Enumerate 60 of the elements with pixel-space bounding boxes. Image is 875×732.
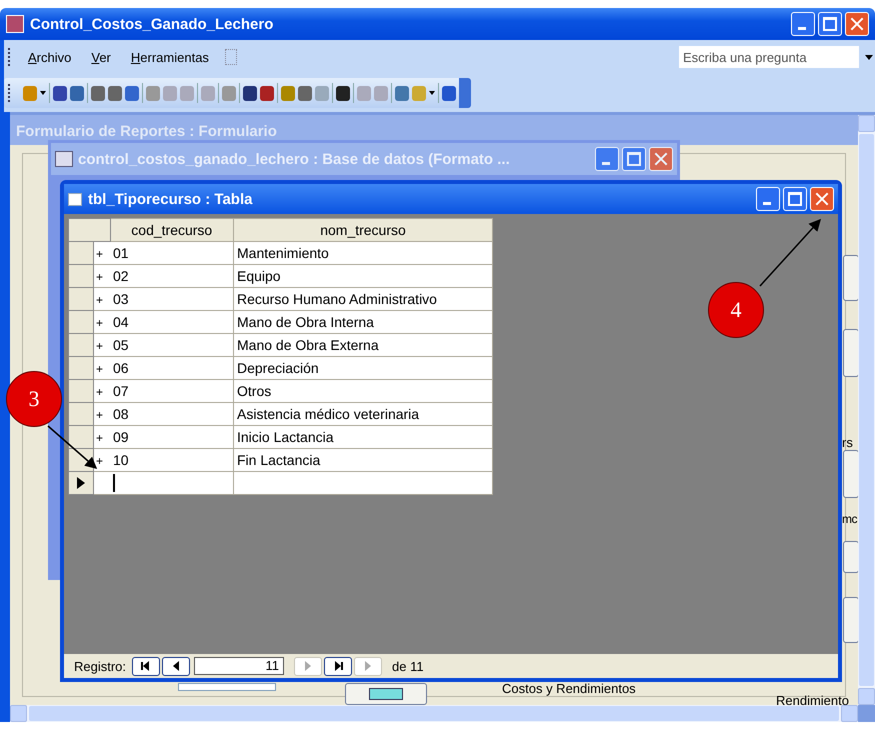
menu-item[interactable]: Herramientas bbox=[122, 48, 217, 66]
close-button[interactable] bbox=[810, 187, 834, 211]
form-label: Costos y Rendimientos bbox=[502, 681, 636, 696]
nav-button[interactable] bbox=[132, 656, 160, 676]
record-number-field[interactable]: 11 bbox=[194, 657, 284, 675]
dropdown-arrow-icon[interactable] bbox=[865, 54, 873, 60]
text-field[interactable] bbox=[178, 683, 276, 691]
last-record-icon bbox=[335, 661, 342, 671]
record-count: de 11 bbox=[392, 658, 424, 674]
close-button[interactable] bbox=[649, 147, 673, 171]
pointer-arrow bbox=[759, 218, 821, 286]
table-cell: 04 bbox=[110, 310, 234, 334]
maximize-button[interactable] bbox=[622, 147, 646, 171]
form-button[interactable] bbox=[345, 683, 427, 705]
table-cell: 08 bbox=[110, 402, 234, 426]
table-cell: Mano de Obra Interna bbox=[234, 310, 492, 334]
record-label: Registro: bbox=[74, 658, 126, 674]
minimize-button[interactable] bbox=[595, 147, 619, 171]
menu-item[interactable]: Ver bbox=[83, 48, 119, 66]
minimize-button[interactable] bbox=[791, 12, 815, 36]
form-label: Rendimiento bbox=[776, 693, 849, 705]
form-label: rs bbox=[842, 435, 853, 450]
maximize-button[interactable] bbox=[818, 12, 842, 36]
table-cell: Mantenimiento bbox=[234, 242, 492, 264]
column-header[interactable]: cod_trecurso bbox=[110, 218, 234, 242]
table-cell: Mano de Obra Externa bbox=[234, 334, 492, 356]
first-record-icon bbox=[143, 661, 150, 671]
table-cell: Inicio Lactancia bbox=[234, 426, 492, 448]
table-cell: 10 bbox=[110, 448, 234, 472]
nav-button[interactable] bbox=[324, 656, 352, 676]
next-record-icon bbox=[305, 661, 312, 671]
question-field[interactable]: Escriba una pregunta bbox=[679, 46, 859, 68]
previous-record-icon bbox=[173, 661, 180, 671]
window-title: Control_Costos_Ganado_Lechero bbox=[30, 16, 274, 32]
row-selector[interactable] bbox=[68, 472, 94, 494]
table-cell: Fin Lactancia bbox=[234, 448, 492, 472]
table-cell: 05 bbox=[110, 334, 234, 356]
table-cell: Otros bbox=[234, 380, 492, 402]
table-cell: Recurso Humano Administrativo bbox=[234, 288, 492, 310]
window-title: control_costos_ganado_lechero : Base de datos (Formato ... bbox=[78, 150, 511, 168]
text-cursor bbox=[113, 474, 115, 492]
form-label: mc bbox=[842, 512, 857, 526]
pointer-arrow bbox=[48, 425, 98, 469]
close-button[interactable] bbox=[845, 12, 869, 36]
nav-button[interactable] bbox=[162, 656, 190, 676]
table-cell: 01 bbox=[110, 242, 234, 264]
table-cell: Equipo bbox=[234, 264, 492, 288]
table-cell: 09 bbox=[110, 426, 234, 448]
window-title: tbl_Tiporecurso : Tabla bbox=[88, 190, 254, 208]
table-cell: 07 bbox=[110, 380, 234, 402]
table-cell: 06 bbox=[110, 356, 234, 380]
table-cell: 03 bbox=[110, 288, 234, 310]
table-cell: 02 bbox=[110, 264, 234, 288]
column-header[interactable]: nom_trecurso bbox=[234, 218, 492, 242]
table-cell: Asistencia médico veterinaria bbox=[234, 402, 492, 426]
table-cell: Depreciación bbox=[234, 356, 492, 380]
current-record-icon bbox=[77, 477, 85, 489]
maximize-button[interactable] bbox=[783, 187, 807, 211]
menu-item[interactable]: Archivo bbox=[20, 48, 80, 66]
minimize-button[interactable] bbox=[756, 187, 780, 211]
